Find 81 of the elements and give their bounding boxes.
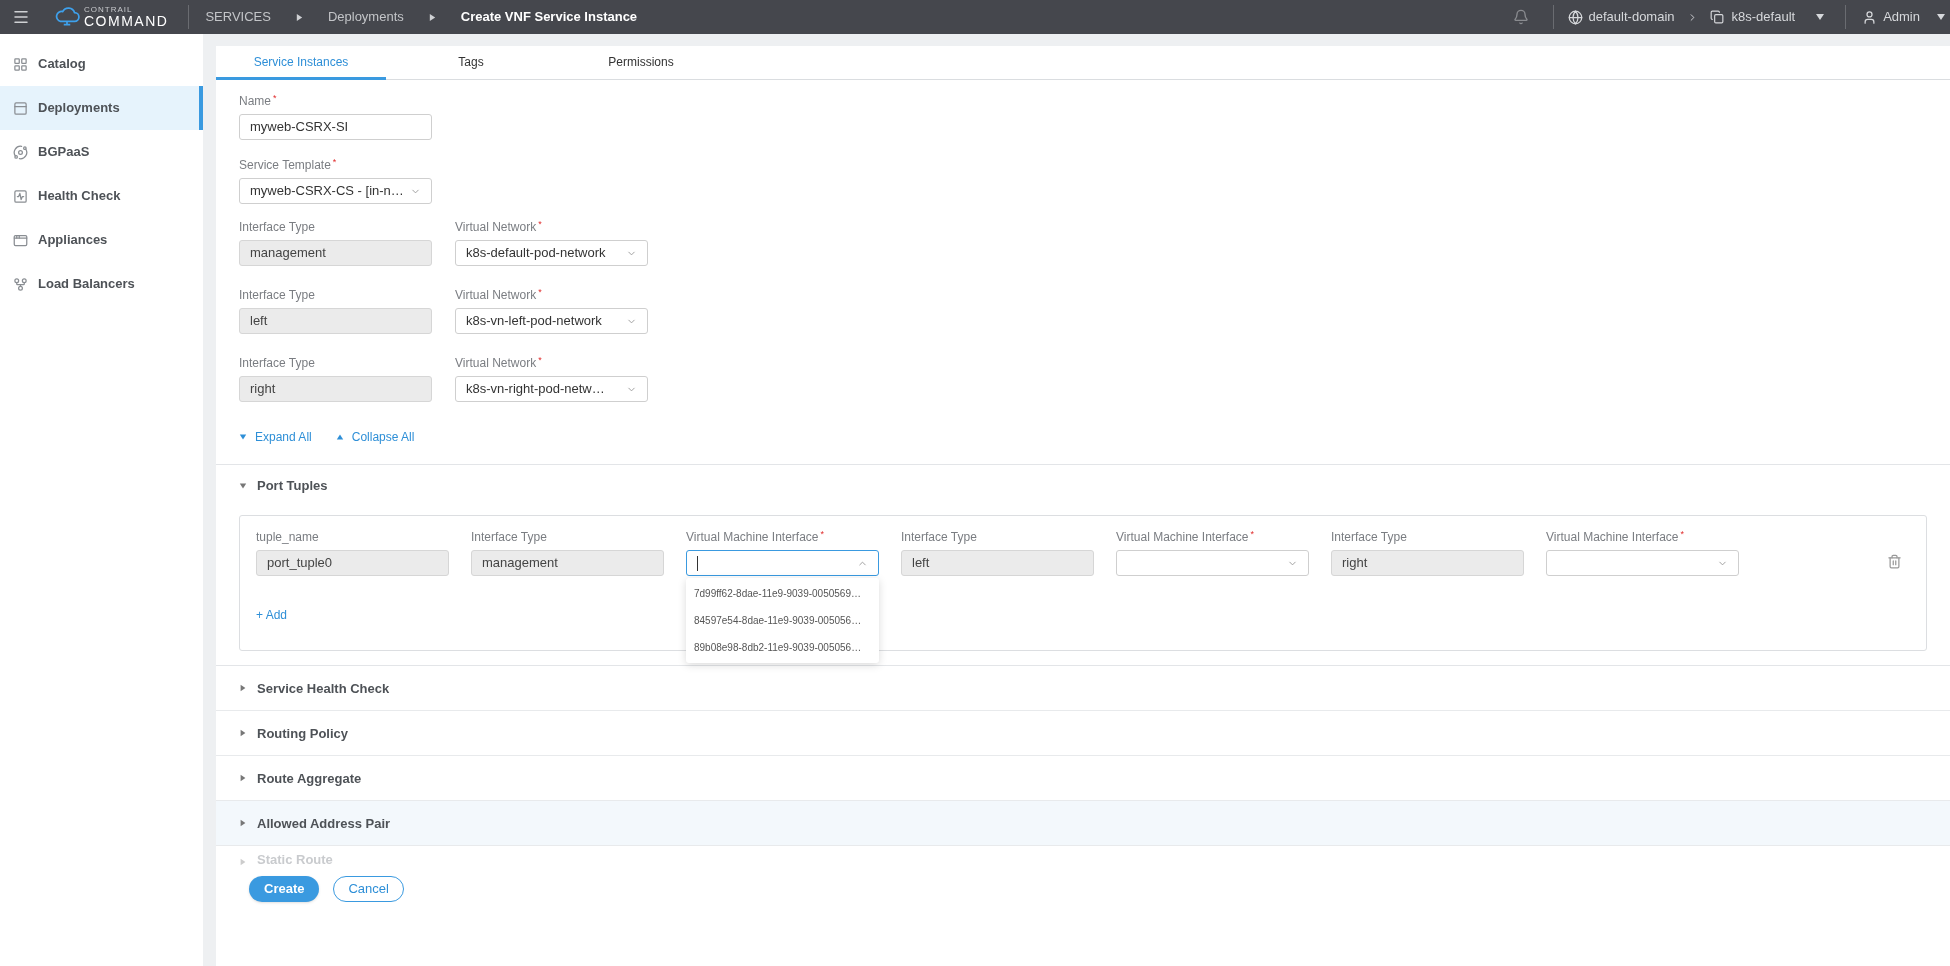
readonly-field: right bbox=[239, 376, 432, 402]
expand-all-link[interactable]: Expand All bbox=[239, 428, 312, 446]
dropdown-option[interactable]: 7d99ff62-8dae-11e9-9039-0050569… bbox=[686, 580, 879, 607]
sidebar-item-icon bbox=[13, 232, 28, 248]
field-label: tuple_name bbox=[256, 529, 319, 546]
cloud-logo-icon bbox=[54, 7, 80, 27]
tab[interactable]: Service Instances bbox=[216, 46, 386, 80]
logo-text: COMMAND bbox=[84, 14, 169, 28]
name-input[interactable]: myweb-CSRX-SI bbox=[239, 114, 432, 140]
sidebar-item[interactable]: Health Check bbox=[0, 174, 203, 218]
user-icon bbox=[1862, 9, 1878, 25]
breadcrumb-link[interactable]: SERVICES bbox=[205, 7, 271, 27]
select-field[interactable]: myweb-CSRX-CS - [in-n… bbox=[239, 178, 432, 204]
dropdown-option[interactable]: 89b08e98-8db2-11e9-9039-005056… bbox=[686, 634, 879, 661]
text-cursor bbox=[697, 555, 698, 571]
caret-icon bbox=[239, 482, 247, 490]
breadcrumb-arrow-icon bbox=[427, 12, 437, 22]
sidebar-item[interactable]: BGPaaS bbox=[0, 130, 203, 174]
field-label: Interface Type bbox=[1331, 529, 1407, 546]
select-field[interactable] bbox=[686, 550, 879, 576]
sidebar-item-icon bbox=[13, 188, 28, 204]
sidebar-item[interactable]: Load Balancers bbox=[0, 262, 203, 306]
caret-down-icon bbox=[239, 433, 247, 441]
select-field[interactable]: k8s-default-pod-network bbox=[455, 240, 648, 266]
field-label: Virtual Machine Interface$^{*}$ bbox=[686, 528, 825, 546]
caret-up-icon bbox=[335, 433, 344, 441]
collapse-all-link[interactable]: Collapse All bbox=[335, 428, 415, 446]
domain-label[interactable]: default-domain bbox=[1588, 7, 1675, 27]
sidebar-item-icon bbox=[13, 100, 28, 116]
field-label: Interface Type bbox=[239, 355, 315, 372]
dropdown-option[interactable]: 84597e54-8dae-11e9-9039-005056… bbox=[686, 607, 879, 634]
readonly-field: management bbox=[471, 550, 664, 576]
cancel-button[interactable]: Cancel bbox=[333, 876, 404, 902]
field-label: Virtual Machine Interface$^{*}$ bbox=[1546, 528, 1685, 546]
tab[interactable]: Tags bbox=[386, 46, 556, 80]
caret-icon bbox=[239, 729, 247, 737]
caret-icon bbox=[239, 684, 247, 692]
section-header[interactable]: Port Tuples bbox=[216, 465, 1950, 507]
field-label: Interface Type bbox=[239, 287, 315, 304]
select-field[interactable]: k8s-vn-left-pod-network bbox=[455, 308, 648, 334]
bell-icon[interactable] bbox=[1512, 9, 1529, 25]
dropdown-caret-icon bbox=[1815, 12, 1826, 22]
breadcrumb-arrow-icon bbox=[294, 12, 304, 22]
caret-icon bbox=[239, 774, 247, 782]
readonly-field: left bbox=[901, 550, 1094, 576]
caret-icon bbox=[239, 819, 247, 827]
project-icon bbox=[1709, 10, 1724, 24]
sidebar-item[interactable]: Catalog bbox=[0, 42, 203, 86]
user-label[interactable]: Admin bbox=[1883, 7, 1920, 27]
breadcrumb-link[interactable]: Deployments bbox=[327, 7, 404, 27]
field-label: Interface Type bbox=[239, 219, 315, 236]
sidebar-item[interactable]: Deployments bbox=[0, 86, 203, 130]
logo-text: CONTRAIL bbox=[84, 6, 134, 14]
field-label: Virtual Network$^{*}$ bbox=[455, 354, 542, 372]
project-label[interactable]: k8s-default bbox=[1731, 7, 1796, 27]
readonly-field: management bbox=[239, 240, 432, 266]
tab[interactable]: Permissions bbox=[556, 46, 726, 80]
globe-icon bbox=[1567, 9, 1583, 25]
menu-icon[interactable] bbox=[12, 8, 30, 26]
field-label: Virtual Network$^{*}$ bbox=[455, 286, 542, 304]
field-label: Service Template$^{*}$ bbox=[239, 156, 337, 174]
add-link[interactable]: + Add bbox=[256, 606, 288, 624]
sidebar-item-icon bbox=[13, 56, 28, 72]
select-field[interactable] bbox=[1116, 550, 1309, 576]
caret-icon bbox=[239, 858, 247, 866]
readonly-field: port_tuple0 bbox=[256, 550, 449, 576]
dropdown-caret-icon bbox=[1936, 12, 1946, 22]
field-label: Virtual Network$^{*}$ bbox=[455, 218, 542, 236]
sidebar-item[interactable]: Appliances bbox=[0, 218, 203, 262]
sidebar-item-icon bbox=[13, 144, 28, 160]
field-label: Name$^{*}$ bbox=[239, 92, 277, 110]
field-label: Virtual Machine Interface$^{*}$ bbox=[1116, 528, 1255, 546]
field-label: Interface Type bbox=[901, 529, 977, 546]
delete-icon[interactable] bbox=[1887, 554, 1902, 569]
section-header[interactable]: Allowed Address Pair bbox=[216, 801, 1950, 846]
readonly-field: right bbox=[1331, 550, 1524, 576]
readonly-field: left bbox=[239, 308, 432, 334]
sidebar-item-icon bbox=[13, 276, 28, 292]
select-field[interactable]: k8s-vn-right-pod-netw… bbox=[455, 376, 648, 402]
field-label: Interface Type bbox=[471, 529, 547, 546]
select-field[interactable] bbox=[1546, 550, 1739, 576]
